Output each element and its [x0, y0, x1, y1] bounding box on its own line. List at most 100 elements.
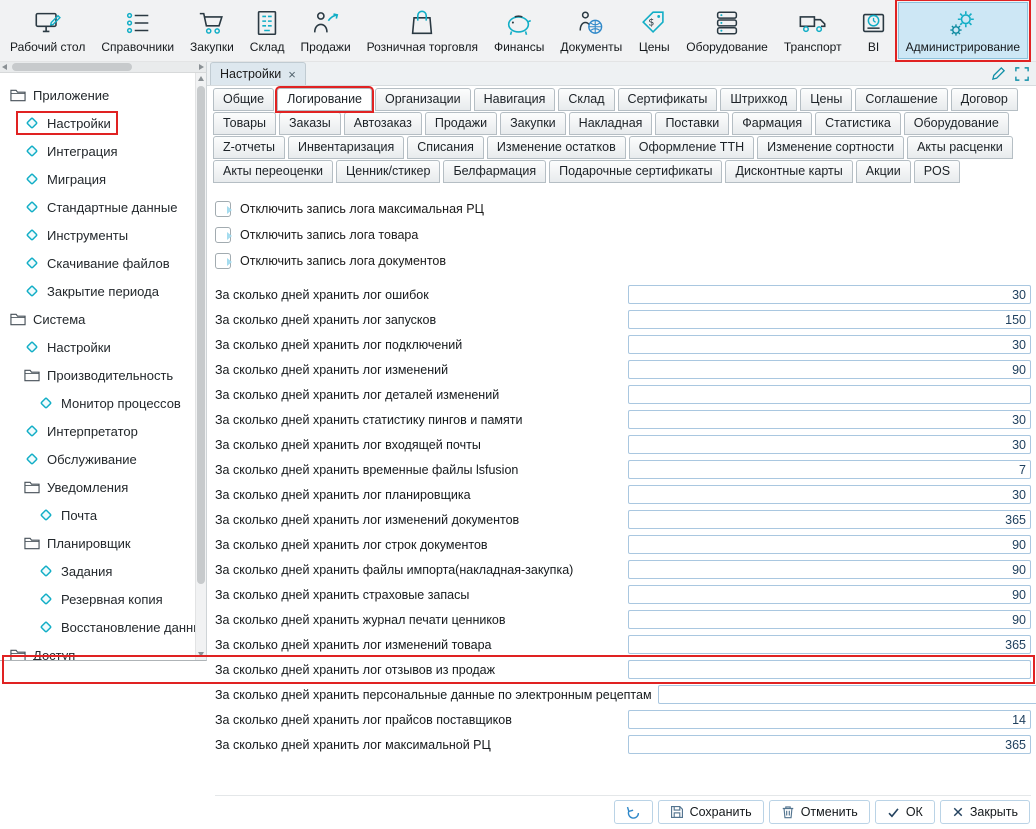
tree-item[interactable]: Инструменты	[0, 221, 206, 249]
settings-tab[interactable]: Общие	[213, 88, 274, 111]
field-input[interactable]	[628, 285, 1031, 304]
settings-tab[interactable]: Белфармация	[443, 160, 546, 183]
settings-tab[interactable]: Оформление ТТН	[629, 136, 754, 159]
tree-vertical-scrollbar[interactable]	[195, 73, 206, 660]
tree-item[interactable]: Резервная копия	[0, 585, 206, 613]
checkbox[interactable]	[215, 201, 231, 217]
field-input[interactable]	[628, 385, 1031, 404]
settings-tab[interactable]: Товары	[213, 112, 276, 135]
tree-item[interactable]: Миграция	[0, 165, 206, 193]
toolbar-item-administration[interactable]: Администрирование	[898, 2, 1028, 59]
settings-tab[interactable]: Заказы	[279, 112, 341, 135]
save-button[interactable]: Сохранить	[658, 800, 764, 824]
toolbar-item-purchases[interactable]: Закупки	[182, 2, 242, 59]
tab-close-icon[interactable]: ×	[288, 68, 296, 81]
settings-tab[interactable]: Дисконтные карты	[725, 160, 852, 183]
settings-tab[interactable]: Статистика	[815, 112, 901, 135]
tree-item[interactable]: Обслуживание	[0, 445, 206, 473]
fullscreen-icon[interactable]	[1015, 67, 1029, 81]
tree-item[interactable]: Почта	[0, 501, 206, 529]
field-input[interactable]	[628, 410, 1031, 429]
settings-tab[interactable]: Накладная	[569, 112, 653, 135]
field-input[interactable]	[628, 585, 1031, 604]
settings-tab[interactable]: Сертификаты	[618, 88, 718, 111]
tree-horizontal-scrollbar[interactable]	[0, 62, 207, 73]
scroll-left-arrow[interactable]	[2, 64, 7, 70]
settings-tab[interactable]: Поставки	[655, 112, 729, 135]
settings-tab[interactable]: Акты расценки	[907, 136, 1013, 159]
settings-tab[interactable]: Z-отчеты	[213, 136, 285, 159]
settings-tab[interactable]: Инвентаризация	[288, 136, 404, 159]
settings-tab[interactable]: Закупки	[500, 112, 566, 135]
settings-tab[interactable]: Навигация	[474, 88, 556, 111]
toolbar-item-warehouse[interactable]: Склад	[242, 2, 293, 59]
tree-item[interactable]: Планировщик	[0, 529, 206, 557]
refresh-button[interactable]	[614, 800, 653, 824]
edit-pencil-icon[interactable]	[991, 66, 1006, 81]
tree-item[interactable]: Задания	[0, 557, 206, 585]
field-input[interactable]	[628, 610, 1031, 629]
settings-tab[interactable]: Акты переоценки	[213, 160, 333, 183]
tree-item[interactable]: Система	[0, 305, 206, 333]
field-input[interactable]	[628, 485, 1031, 504]
tree-item[interactable]: Уведомления	[0, 473, 206, 501]
close-button[interactable]: Закрыть	[940, 800, 1030, 824]
settings-tab[interactable]: Штрихкод	[720, 88, 797, 111]
checkbox[interactable]	[215, 227, 231, 243]
toolbar-item-finance[interactable]: Финансы	[486, 2, 552, 59]
settings-tab[interactable]: Логирование	[277, 88, 372, 111]
settings-tab[interactable]: Изменение остатков	[487, 136, 626, 159]
tree-item[interactable]: Восстановление данных	[0, 613, 206, 641]
field-input[interactable]	[628, 510, 1031, 529]
toolbar-item-bi[interactable]: BI	[850, 2, 898, 59]
settings-tab[interactable]: Ценник/стикер	[336, 160, 440, 183]
ok-button[interactable]: ОК	[875, 800, 935, 824]
settings-tab[interactable]: Соглашение	[855, 88, 947, 111]
field-input[interactable]	[628, 535, 1031, 554]
toolbar-item-prices[interactable]: $Цены	[630, 2, 678, 59]
tree-item[interactable]: Настройки	[0, 109, 206, 137]
field-input[interactable]	[628, 310, 1031, 329]
tree-item[interactable]: Монитор процессов	[0, 389, 206, 417]
settings-tab[interactable]: Продажи	[425, 112, 497, 135]
field-input[interactable]	[628, 660, 1031, 679]
field-input[interactable]	[628, 710, 1031, 729]
settings-tab[interactable]: Подарочные сертификаты	[549, 160, 722, 183]
field-input[interactable]	[628, 635, 1031, 654]
toolbar-item-transport[interactable]: Транспорт	[776, 2, 850, 59]
settings-tab[interactable]: Цены	[800, 88, 852, 111]
toolbar-item-sales[interactable]: Продажи	[293, 2, 359, 59]
settings-tab[interactable]: Акции	[856, 160, 911, 183]
tree-item[interactable]: Доступ	[0, 641, 206, 661]
vertical-scrollbar-thumb[interactable]	[197, 86, 205, 584]
settings-tab[interactable]: Списания	[407, 136, 484, 159]
field-input[interactable]	[658, 685, 1036, 704]
tree-item[interactable]: Приложение	[0, 81, 206, 109]
settings-tab[interactable]: Изменение сортности	[757, 136, 904, 159]
settings-tab[interactable]: POS	[914, 160, 960, 183]
tree-item[interactable]: Интерпретатор	[0, 417, 206, 445]
tree-item[interactable]: Скачивание файлов	[0, 249, 206, 277]
settings-tab[interactable]: Склад	[558, 88, 614, 111]
scroll-right-arrow[interactable]	[199, 64, 204, 70]
cancel-button[interactable]: Отменить	[769, 800, 870, 824]
toolbar-item-desktop[interactable]: Рабочий стол	[2, 2, 93, 59]
settings-tab[interactable]: Автозаказ	[344, 112, 422, 135]
scroll-down-arrow[interactable]	[198, 652, 204, 657]
toolbar-item-references[interactable]: Справочники	[93, 2, 182, 59]
scroll-up-arrow[interactable]	[198, 76, 204, 81]
toolbar-item-retail[interactable]: Розничная торговля	[359, 2, 486, 59]
settings-tab[interactable]: Договор	[951, 88, 1018, 111]
tree-item[interactable]: Стандартные данные	[0, 193, 206, 221]
settings-tab[interactable]: Организации	[375, 88, 471, 111]
toolbar-item-documents[interactable]: Документы	[552, 2, 630, 59]
field-input[interactable]	[628, 435, 1031, 454]
tree-item[interactable]: Интеграция	[0, 137, 206, 165]
horizontal-scrollbar-thumb[interactable]	[12, 63, 132, 71]
tree-item[interactable]: Закрытие периода	[0, 277, 206, 305]
field-input[interactable]	[628, 360, 1031, 379]
document-tab-settings[interactable]: Настройки ×	[210, 62, 306, 85]
tree-item[interactable]: Производительность	[0, 361, 206, 389]
toolbar-item-equipment[interactable]: Оборудование	[678, 2, 776, 59]
field-input[interactable]	[628, 560, 1031, 579]
